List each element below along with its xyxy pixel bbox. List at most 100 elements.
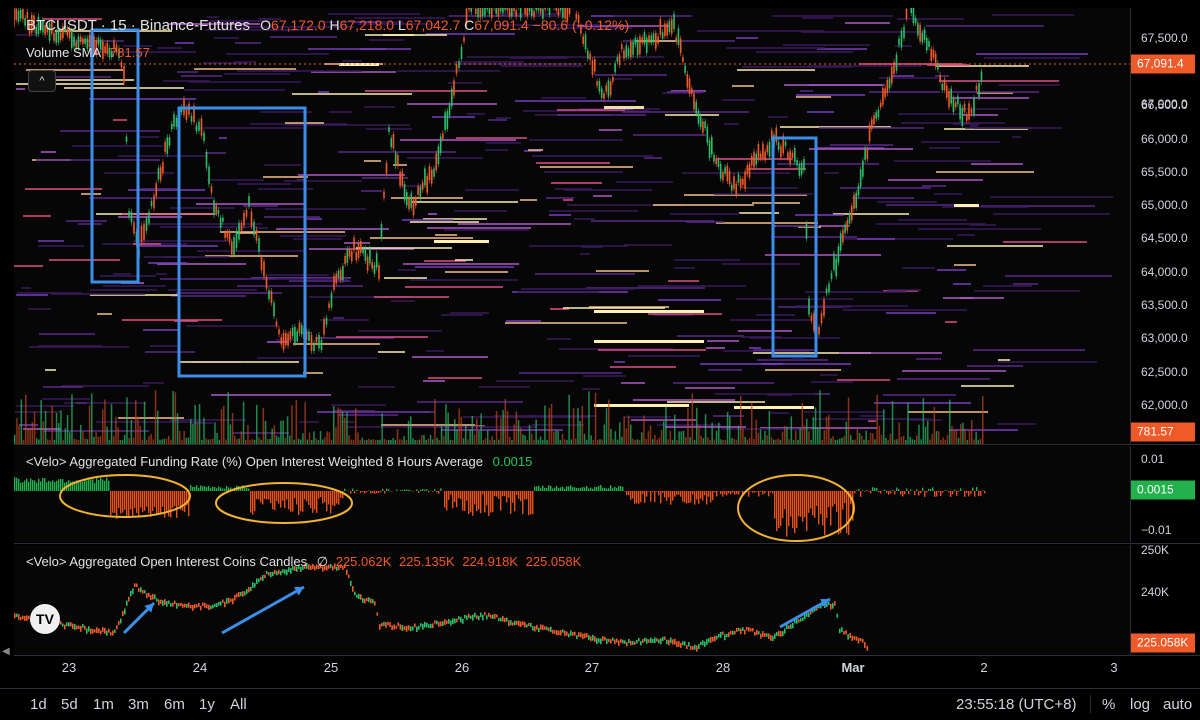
- liquidity-streak: [205, 152, 226, 154]
- symbol-name[interactable]: BTCUSDT: [26, 17, 97, 34]
- clock-timezone[interactable]: 23:55:18 (UTC+8): [956, 696, 1076, 713]
- oi-candle: [104, 628, 106, 634]
- volume-bar: [799, 428, 801, 444]
- liquidity-streak: [908, 411, 988, 413]
- candle-body: [358, 243, 360, 258]
- funding-legend[interactable]: <Velo> Aggregated Funding Rate (%) Open …: [26, 454, 532, 469]
- funding-bar: [98, 480, 99, 491]
- funding-bar: [604, 488, 605, 491]
- funding-bar: [698, 491, 699, 504]
- time-axis[interactable]: 23 24 25 26 27 28 Mar 2 3: [14, 656, 1130, 682]
- liquidity-streak: [953, 283, 971, 285]
- volume-bar: [707, 437, 709, 444]
- tradingview-logo-icon[interactable]: TV: [30, 604, 60, 634]
- funding-bar: [654, 491, 655, 502]
- candle-body: [678, 28, 680, 44]
- volume-bar: [348, 435, 350, 444]
- liquidity-streak: [292, 93, 412, 95]
- liquidity-streak: [467, 113, 485, 115]
- candle-body: [799, 164, 801, 176]
- funding-bar: [644, 491, 645, 503]
- liquidity-streak: [768, 116, 788, 118]
- price-level-band: [954, 204, 979, 207]
- funding-bar: [190, 485, 191, 491]
- oi-candle: [198, 603, 200, 607]
- candle-body: [451, 89, 453, 107]
- funding-bar: [594, 487, 595, 491]
- auto-scale-button[interactable]: auto: [1163, 696, 1192, 713]
- oi-candle: [158, 600, 160, 606]
- liquidity-streak: [402, 219, 453, 221]
- liquidity-streak: [47, 76, 111, 78]
- scroll-left-arrow-icon[interactable]: ◀: [2, 646, 10, 657]
- volume-bar: [771, 437, 773, 444]
- funding-bar: [120, 491, 121, 514]
- date-label: 27: [585, 660, 599, 675]
- pane-separator[interactable]: [14, 543, 1200, 544]
- range-1d-button[interactable]: 1d: [30, 696, 47, 713]
- percent-scale-button[interactable]: %: [1102, 696, 1115, 713]
- candle-body: [415, 198, 417, 206]
- symbol-legend[interactable]: BTCUSDT · 15 · Binance-Futures O67,172.0…: [26, 17, 629, 34]
- candle-body: [355, 252, 357, 260]
- liquidity-streak: [830, 144, 893, 146]
- oi-candle: [66, 622, 68, 626]
- funding-bar: [942, 491, 943, 493]
- liquidity-streak: [886, 204, 964, 206]
- funding-bar: [16, 478, 17, 491]
- volume-bar: [58, 423, 60, 444]
- liquidity-streak: [272, 70, 362, 72]
- log-scale-button[interactable]: log: [1130, 696, 1150, 713]
- price-chart-canvas[interactable]: [14, 8, 1130, 444]
- range-5d-button[interactable]: 5d: [61, 696, 78, 713]
- range-6m-button[interactable]: 6m: [164, 696, 185, 713]
- price-chart-pane[interactable]: [14, 8, 1130, 444]
- funding-bar: [714, 491, 715, 492]
- close-label: C: [464, 17, 474, 33]
- funding-bar: [334, 491, 335, 506]
- oi-candle: [468, 614, 470, 618]
- candle-body: [760, 154, 762, 159]
- collapse-legend-button[interactable]: ^: [28, 70, 56, 92]
- liquidity-streak: [549, 214, 571, 216]
- candle-body: [504, 8, 506, 10]
- liquidity-streak: [280, 235, 346, 237]
- oi-candle: [264, 575, 266, 578]
- candle-body: [957, 96, 959, 104]
- funding-bar: [756, 491, 757, 492]
- volume-bar: [755, 420, 757, 444]
- interval[interactable]: · 15 ·: [101, 17, 136, 34]
- liquidity-streak: [103, 285, 166, 287]
- liquidity-streak: [293, 238, 342, 240]
- candle-body: [211, 186, 213, 192]
- funding-bar: [682, 491, 683, 502]
- candle-body: [844, 224, 846, 232]
- volume-legend[interactable]: Volume SMA 781.57: [26, 45, 150, 60]
- oi-candle: [122, 611, 124, 616]
- volume-bar: [832, 436, 834, 444]
- candle-body: [727, 166, 729, 182]
- range-1y-button[interactable]: 1y: [199, 696, 215, 713]
- funding-bar: [904, 491, 905, 494]
- pane-separator[interactable]: [14, 444, 1200, 445]
- candle-body: [680, 39, 682, 54]
- funding-bar: [454, 491, 455, 502]
- oi-candle: [704, 642, 706, 647]
- oi-legend[interactable]: <Velo> Aggregated Open Interest Coins Ca…: [26, 554, 581, 570]
- funding-bar: [772, 491, 773, 494]
- oi-candle: [554, 630, 556, 633]
- range-3m-button[interactable]: 3m: [128, 696, 149, 713]
- oi-candle: [200, 606, 202, 611]
- liquidity-streak: [264, 164, 301, 166]
- oi-candle: [480, 613, 482, 617]
- candle-body: [318, 335, 320, 348]
- funding-bar: [82, 482, 83, 491]
- oi-candle: [774, 634, 776, 639]
- candle-body: [632, 42, 634, 55]
- funding-bar: [790, 491, 791, 517]
- range-all-button[interactable]: All: [230, 696, 247, 713]
- oi-candle: [420, 623, 422, 626]
- funding-bar: [426, 489, 427, 491]
- funding-bar: [366, 491, 367, 492]
- range-1m-button[interactable]: 1m: [93, 696, 114, 713]
